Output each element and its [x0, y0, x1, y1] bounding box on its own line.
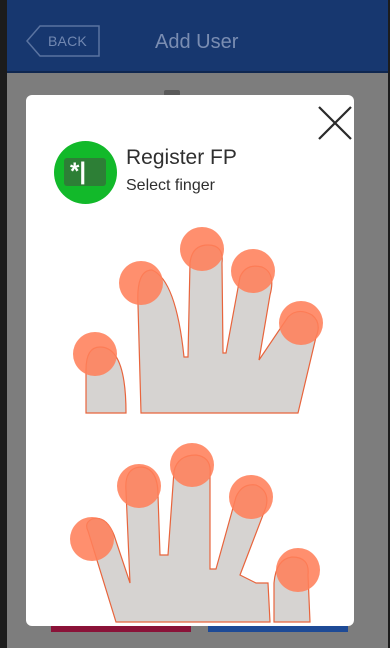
background-cancel-button	[51, 626, 191, 632]
screen: BACK Add User *| Register FP Select fing…	[7, 0, 388, 648]
page-title: Add User	[155, 31, 239, 53]
lower-ring-marker[interactable]	[229, 475, 273, 519]
close-icon-glyph	[318, 106, 352, 140]
close-icon[interactable]	[317, 105, 353, 141]
background-confirm-button	[208, 626, 348, 632]
app-bar: BACK Add User	[7, 0, 388, 73]
upper-middle-marker[interactable]	[180, 227, 224, 271]
fingerprint-badge-panel: *|	[64, 158, 106, 186]
fingerprint-badge-glyph: *|	[70, 158, 87, 185]
lower-index-marker[interactable]	[117, 464, 161, 508]
lower-little-marker[interactable]	[276, 548, 320, 592]
upper-little-marker[interactable]	[279, 301, 323, 345]
back-label: BACK	[48, 33, 87, 49]
upper-ring-marker[interactable]	[231, 249, 275, 293]
dialog-subtitle: Select finger	[126, 177, 215, 194]
upper-thumb-marker[interactable]	[73, 332, 117, 376]
lower-thumb-marker[interactable]	[70, 517, 114, 561]
upper-index-marker[interactable]	[119, 261, 163, 305]
dialog-title: Register FP	[126, 146, 237, 169]
lower-middle-marker[interactable]	[170, 443, 214, 487]
fingerprint-register-icon: *|	[54, 141, 117, 204]
back-button[interactable]: BACK	[26, 25, 100, 57]
register-fp-dialog: *| Register FP Select finger	[26, 95, 354, 626]
